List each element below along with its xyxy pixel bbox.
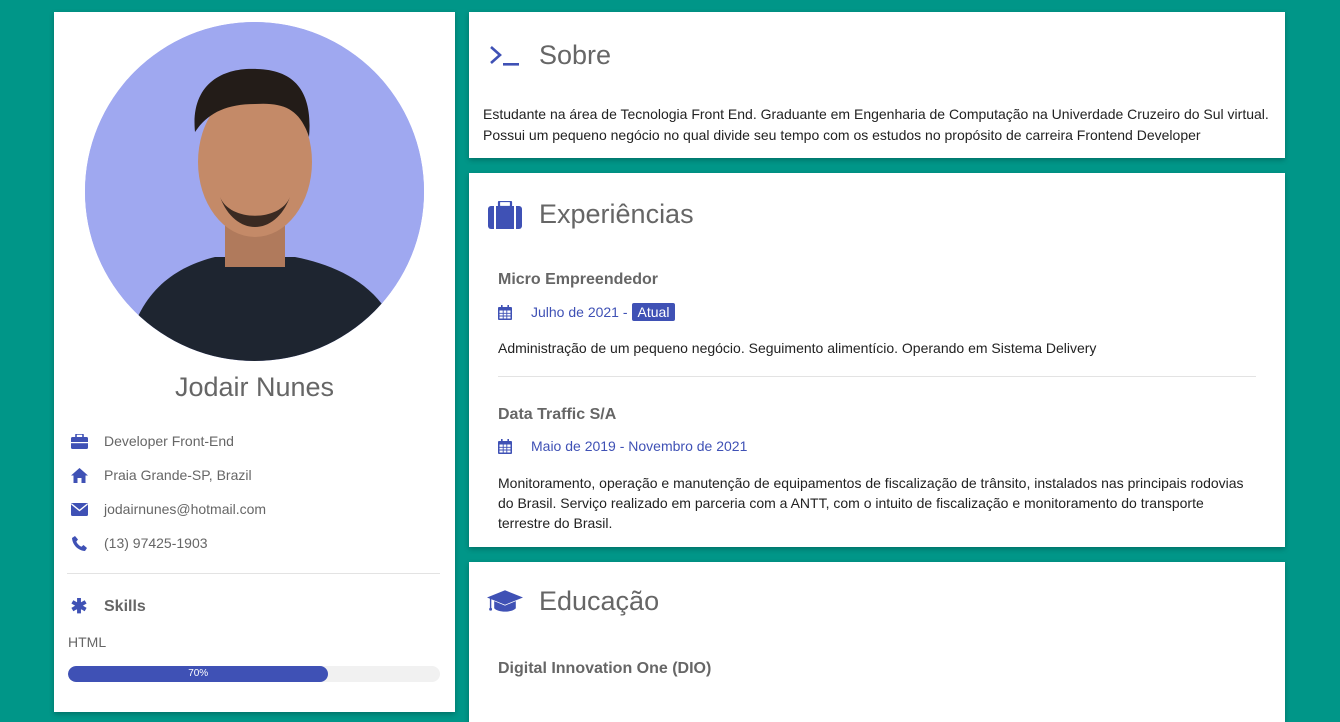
current-badge: Atual <box>631 303 676 321</box>
profile-name: Jodair Nunes <box>174 372 335 402</box>
info-role-text: Developer Front-End <box>104 433 234 449</box>
experience-title: Experiências <box>539 199 694 229</box>
terminal-icon <box>487 45 523 67</box>
calendar-icon <box>498 438 514 454</box>
avatar <box>85 22 424 361</box>
education-item-title: Digital Innovation One (DIO) <box>498 660 712 677</box>
job-divider <box>498 376 1256 377</box>
skills-title: Skills <box>104 597 146 615</box>
about-heading: Sobre <box>487 40 611 71</box>
job-title: Data Traffic S/A <box>498 406 617 423</box>
asterisk-icon: ✱ <box>70 596 88 618</box>
job-description: Administração de um pequeno negócio. Seg… <box>498 340 1097 356</box>
home-icon <box>70 466 88 484</box>
job-date: Maio de 2019 - Novembro de 2021 <box>498 438 747 454</box>
skills-heading: ✱ Skills <box>70 594 146 619</box>
education-heading: Educação <box>487 586 659 617</box>
about-text: Estudante na área de Tecnologia Front En… <box>483 104 1273 146</box>
skill-name: HTML <box>68 634 107 650</box>
job-date: Julho de 2021 - Atual <box>498 303 676 321</box>
calendar-icon <box>498 304 514 320</box>
profile-divider <box>67 573 440 574</box>
info-location: Praia Grande-SP, Brazil <box>70 466 252 484</box>
about-card: Sobre Estudante na área de Tecnologia Fr… <box>469 12 1285 158</box>
info-email[interactable]: jodairnunes@hotmail.com <box>70 500 266 518</box>
briefcase-icon <box>70 432 88 450</box>
skill-progress-fill: 70% <box>68 666 329 682</box>
info-role: Developer Front-End <box>70 432 234 450</box>
experience-heading: Experiências <box>487 199 694 230</box>
experience-card: Experiências Micro Empreendedor Julho de… <box>469 173 1285 547</box>
job-date-text: Julho de 2021 - <box>531 304 628 320</box>
info-phone-text[interactable]: (13) 97425-1903 <box>104 535 208 551</box>
job-description: Monitoramento, operação e manutenção de … <box>498 475 1244 531</box>
education-title: Educação <box>539 586 660 616</box>
info-location-text: Praia Grande-SP, Brazil <box>104 467 252 483</box>
about-line: Estudante na área de Tecnologia Front En… <box>483 106 1269 122</box>
envelope-icon <box>70 500 88 518</box>
info-email-text[interactable]: jodairnunes@hotmail.com <box>104 501 266 517</box>
graduation-cap-icon <box>487 587 523 617</box>
avatar-photo <box>85 22 424 361</box>
job-title: Micro Empreendedor <box>498 271 659 288</box>
education-card: Educação Digital Innovation One (DIO) <box>469 562 1285 722</box>
profile-card: Jodair Nunes Developer Front-End Praia G… <box>54 12 455 712</box>
job-date-text: Maio de 2019 - Novembro de 2021 <box>531 438 748 454</box>
suitcase-icon <box>487 200 523 229</box>
skill-progress-bar: 70% <box>68 666 440 682</box>
info-phone[interactable]: (13) 97425-1903 <box>70 534 208 552</box>
about-title: Sobre <box>539 40 612 70</box>
about-line: Possui um pequeno negócio no qual divide… <box>483 127 1201 143</box>
phone-icon <box>70 534 88 552</box>
